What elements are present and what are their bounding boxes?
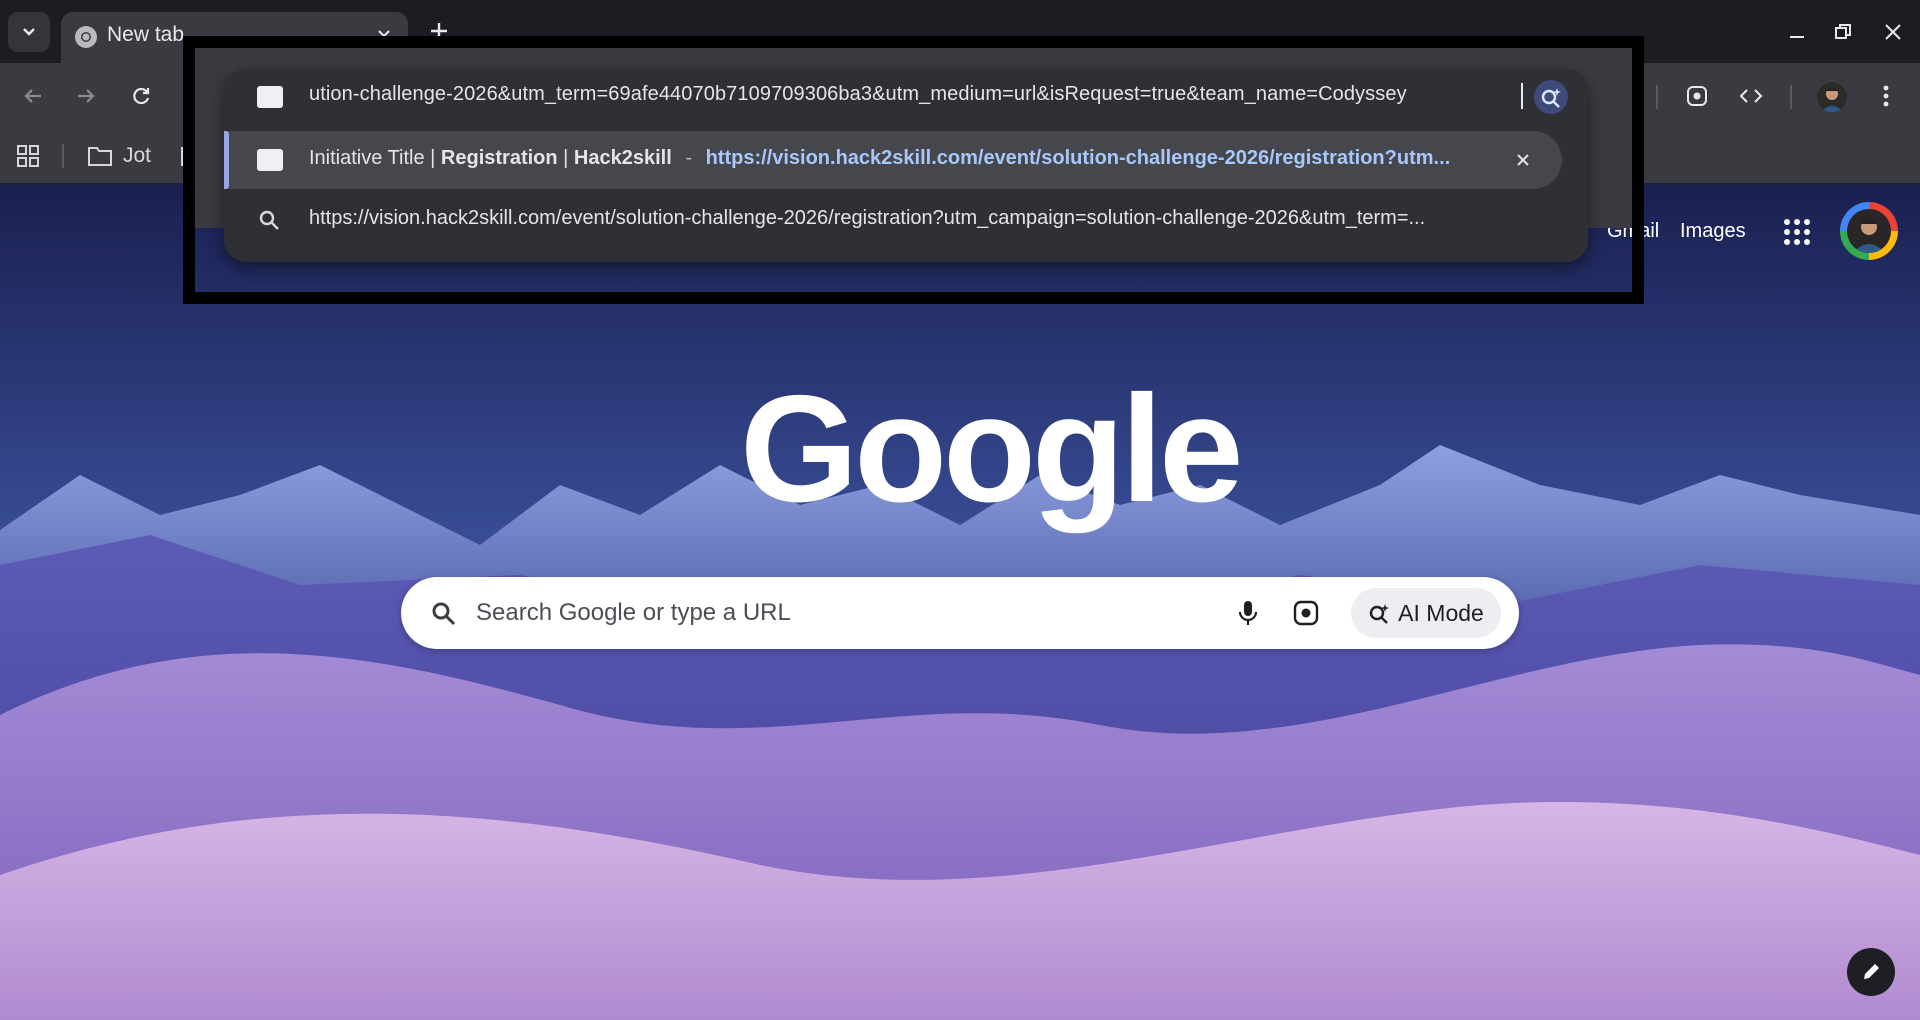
remove-suggestion-button[interactable]: [1509, 146, 1537, 174]
google-logo: Google: [740, 364, 1244, 534]
ai-search-icon: [1369, 604, 1390, 624]
suggestion-separator: -: [685, 147, 693, 169]
chrome-menu-button[interactable]: [1869, 79, 1903, 113]
arrow-left-icon: [24, 89, 41, 103]
bookmark-label: Jot: [123, 144, 152, 167]
account-avatar[interactable]: [1840, 202, 1898, 260]
suggestion-title-prefix: Initiative Title |: [309, 147, 441, 169]
suggestion-url: https://vision.hack2skill.com/event/solu…: [705, 147, 1451, 169]
profile-avatar[interactable]: [1817, 82, 1847, 112]
omnibox-ai-mode-button[interactable]: [1534, 80, 1568, 114]
chrome-icon: [75, 26, 97, 48]
restore-button[interactable]: [1826, 17, 1860, 47]
arrow-right-icon: [78, 89, 95, 103]
bookmarks-divider: [62, 144, 64, 168]
microphone-icon: [1238, 601, 1258, 625]
images-link[interactable]: Images: [1680, 220, 1746, 243]
code-icon: [1739, 89, 1763, 103]
apps-grid-icon[interactable]: [1781, 216, 1813, 248]
apps-shortcut[interactable]: [16, 140, 40, 172]
ntp-search-box[interactable]: Search Google or type a URL AI Mode: [401, 577, 1519, 649]
grid-icon: [17, 145, 39, 167]
omnibox-suggestion[interactable]: https://vision.hack2skill.com/event/solu…: [224, 191, 1562, 249]
text-caret: [1521, 83, 1523, 109]
toolbar-divider: [1656, 85, 1658, 109]
folder-icon: [88, 147, 112, 166]
restore-icon: [1835, 24, 1851, 39]
avatar-icon: [1853, 218, 1885, 253]
suggestion-text: https://vision.hack2skill.com/event/solu…: [309, 207, 1426, 229]
omnibox[interactable]: ution-challenge-2026&utm_term=69afe44070…: [224, 69, 1588, 125]
suggestion-title-sep: |: [557, 147, 574, 169]
tab-title: New tab: [107, 23, 185, 46]
search-placeholder: Search Google or type a URL: [476, 599, 791, 626]
chevron-down-icon: [23, 28, 35, 36]
site-favicon-icon: [257, 149, 283, 171]
selection-indicator: [224, 131, 229, 189]
minimize-button[interactable]: [1780, 17, 1814, 47]
close-icon: [1885, 24, 1901, 40]
minimize-icon: [1790, 36, 1804, 38]
more-vertical-icon: [1883, 85, 1889, 107]
voice-search-button[interactable]: [1231, 596, 1265, 630]
back-button[interactable]: [16, 79, 50, 113]
reload-button[interactable]: [124, 79, 158, 113]
suggestion-title-site: Hack2skill: [573, 147, 672, 169]
ai-mode-button[interactable]: AI Mode: [1351, 588, 1501, 638]
customize-button[interactable]: [1847, 948, 1895, 996]
tab-search-button[interactable]: [8, 12, 50, 52]
suggestion-text: Initiative Title | Registration | Hack2s…: [309, 147, 1450, 170]
omnibox-input[interactable]: ution-challenge-2026&utm_term=69afe44070…: [309, 83, 1499, 106]
bookmark-folder-jot[interactable]: Jot: [87, 140, 151, 172]
toolbar-divider: [1790, 85, 1792, 109]
pencil-icon: [1864, 964, 1879, 979]
ai-mode-label: AI Mode: [1398, 599, 1484, 626]
devtools-button[interactable]: [1734, 79, 1768, 113]
avatar-icon: [1821, 87, 1843, 112]
lens-icon: [1293, 600, 1319, 626]
forward-button[interactable]: [69, 79, 103, 113]
search-icon: [432, 602, 456, 626]
suggestion-title-match: Registration: [440, 147, 558, 169]
window-close-button[interactable]: [1876, 17, 1910, 47]
site-favicon-icon: [257, 86, 283, 108]
search-icon: [259, 210, 279, 230]
omnibox-suggestion[interactable]: Initiative Title | Registration | Hack2s…: [224, 131, 1562, 189]
ai-search-icon: [1541, 88, 1561, 108]
lens-icon: [1687, 86, 1707, 106]
google-lens-button[interactable]: [1680, 79, 1714, 113]
reload-icon: [133, 87, 150, 105]
omnibox-dropdown: ution-challenge-2026&utm_term=69afe44070…: [224, 69, 1588, 262]
image-search-button[interactable]: [1289, 596, 1323, 630]
close-icon: [1517, 154, 1529, 166]
